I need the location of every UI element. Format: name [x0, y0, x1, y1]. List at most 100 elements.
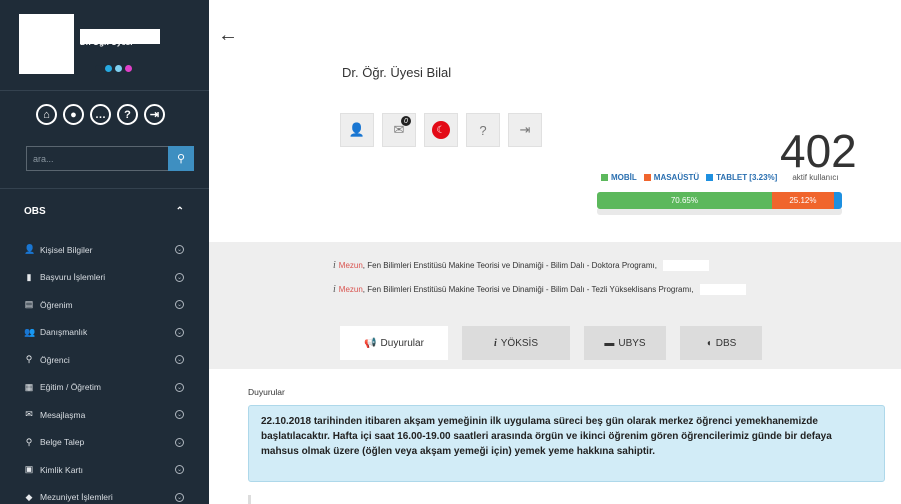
- sidebar-item-left: 👤 Kişisel Bilgiler: [24, 244, 92, 255]
- messages-button[interactable]: ✉ 0: [382, 113, 416, 147]
- sidebar-item-label: Kişisel Bilgiler: [40, 244, 93, 255]
- legend-mobile: MOBİL: [611, 173, 637, 182]
- menu-item-icon: 👤: [24, 244, 36, 255]
- tab-label: YÖKSİS: [500, 337, 539, 349]
- user-icon[interactable]: ●: [63, 104, 84, 125]
- help-icon: ?: [479, 122, 487, 138]
- profile-button[interactable]: 👤: [340, 113, 374, 147]
- status-label: Mezun: [338, 285, 363, 294]
- logout-icon[interactable]: ⇥: [144, 104, 165, 125]
- sidebar-item[interactable]: ⚲ Belge Talep ⌄: [24, 429, 184, 457]
- folder-icon: ▬: [604, 337, 615, 349]
- sidebar-item-left: ▦ Eğitim / Öğretim: [24, 382, 101, 393]
- divider: [0, 188, 209, 189]
- search-box: ⚲: [26, 146, 194, 171]
- sidebar-item-left: ◆ Mezuniyet İşlemleri: [24, 492, 113, 503]
- sidebar-item[interactable]: 👥 Danışmanlık ⌄: [24, 319, 184, 347]
- chat-icon[interactable]: …: [90, 104, 111, 125]
- sidebar-item[interactable]: 👤 Kişisel Bilgiler ⌄: [24, 236, 184, 264]
- info-icon: i: [333, 284, 336, 295]
- legend-desktop: MASAÜSTÜ: [653, 173, 700, 182]
- menu-item-icon: ▮: [26, 271, 32, 282]
- legend-suffix: aktif kullanıcı: [792, 173, 839, 182]
- search-input[interactable]: [26, 146, 168, 171]
- menu-item-icon: ▤: [24, 299, 34, 310]
- sidebar-item-label: Mezuniyet İşlemleri: [40, 492, 113, 503]
- book-icon: ◖: [705, 337, 712, 349]
- program-info-2: i Mezun, Fen Bilimleri Enstitüsü Makine …: [333, 284, 746, 295]
- sidebar-item-label: Başvuru İşlemleri: [40, 272, 106, 283]
- sidebar-item-label: Belge Talep: [40, 437, 85, 448]
- theme-dot-dark[interactable]: [95, 65, 102, 72]
- sidebar-item[interactable]: ▮ Başvuru İşlemleri ⌄: [24, 264, 184, 292]
- panel-title: Duyurular: [248, 387, 285, 397]
- sidebar-item-left: ✉ Mesajlaşma: [24, 409, 85, 420]
- legend-swatch-tablet: [706, 174, 714, 181]
- tab-duyurular[interactable]: 📢 Duyurular: [340, 326, 448, 360]
- tab-dbs[interactable]: ◖ DBS: [680, 326, 762, 360]
- logout-icon: ⇥: [519, 122, 531, 137]
- sidebar-item-label: Mesajlaşma: [40, 409, 86, 420]
- legend-swatch-desktop: [643, 174, 651, 181]
- bar-segment-mobile: 70.65%: [597, 192, 772, 209]
- bar-segment-desktop: 25.12%: [771, 192, 834, 209]
- legend-swatch-mobile: [601, 174, 608, 181]
- redacted-field: [662, 260, 709, 271]
- sidebar-item-left: ⚲ Belge Talep: [24, 437, 85, 448]
- sidebar-item-label: Öğrenim: [40, 299, 73, 310]
- menu-section-obs[interactable]: OBS ⌃: [24, 206, 184, 217]
- active-user-count: 402: [780, 125, 857, 177]
- sidebar-item[interactable]: ▦ Eğitim / Öğretim ⌄: [24, 374, 184, 402]
- menu-item-icon: ▦: [24, 381, 34, 392]
- tab-yoksis[interactable]: i YÖKSİS: [462, 326, 570, 360]
- sidebar-item[interactable]: ▤ Öğrenim ⌄: [24, 291, 184, 319]
- program-text: , Fen Bilimleri Enstitüsü Makine Teorisi…: [362, 261, 657, 270]
- theme-dots: [95, 65, 132, 72]
- menu-item-icon: ▣: [24, 464, 34, 475]
- theme-dot-pink[interactable]: [125, 65, 132, 72]
- menu-item-icon: 👥: [24, 326, 36, 337]
- help-button[interactable]: ?: [466, 113, 500, 147]
- announcement-alert: 22.10.2018 tarihinden itibaren akşam yem…: [248, 405, 885, 482]
- avatar[interactable]: [19, 14, 74, 74]
- sidebar-item-left: ⚲ Öğrenci: [24, 354, 70, 365]
- bar-shadow: [597, 209, 842, 215]
- back-arrow-icon[interactable]: ←: [218, 24, 238, 47]
- sidebar: Dr. Öğr. Üyesi ⌂ ● … ? ⇥ ⚲ OBS ⌃ 👤 Kişise…: [0, 0, 209, 504]
- program-text: , Fen Bilimleri Enstitüsü Makine Teorisi…: [362, 285, 694, 294]
- sidebar-item[interactable]: ⚲ Öğrenci ⌄: [24, 346, 184, 374]
- info-icon: i: [493, 337, 497, 349]
- chevron-down-icon: ⌄: [175, 300, 184, 310]
- page-title: Dr. Öğr. Üyesi Bilal: [342, 65, 452, 80]
- info-icon: i: [333, 260, 336, 271]
- quick-actions: ⌂ ● … ? ⇥: [36, 104, 165, 125]
- next-item-edge: [248, 495, 251, 504]
- sidebar-item-left: ▮ Başvuru İşlemleri: [24, 271, 106, 283]
- chevron-down-icon: ⌄: [175, 245, 184, 255]
- language-button[interactable]: ☾: [424, 113, 458, 147]
- tab-ubys[interactable]: ▬ UBYS: [584, 326, 666, 360]
- home-icon[interactable]: ⌂: [36, 104, 57, 125]
- sidebar-item[interactable]: ✉ Mesajlaşma ⌄: [24, 401, 184, 429]
- chevron-down-icon: ⌄: [175, 492, 184, 502]
- tab-bar: 📢 Duyurular i YÖKSİS ▬ UBYS ◖ DBS: [340, 326, 762, 360]
- profile-card: Dr. Öğr. Üyesi: [0, 0, 209, 90]
- tab-label: UBYS: [618, 337, 646, 349]
- sidebar-item-label: Danışmanlık: [40, 327, 88, 338]
- sidebar-item[interactable]: ▣ Kimlik Kartı ⌄: [24, 456, 184, 484]
- theme-dot-lightblue[interactable]: [115, 65, 122, 72]
- search-icon[interactable]: ⚲: [168, 146, 194, 171]
- chevron-down-icon: ⌄: [175, 327, 184, 337]
- help-icon[interactable]: ?: [117, 104, 138, 125]
- logout-button[interactable]: ⇥: [508, 113, 542, 147]
- tab-label: Duyurular: [380, 337, 424, 349]
- menu-item-icon: ✉: [25, 409, 33, 420]
- sidebar-item[interactable]: ◆ Mezuniyet İşlemleri ⌄: [24, 484, 184, 504]
- toolbar: 👤 ✉ 0 ☾ ? ⇥: [340, 113, 542, 147]
- chevron-down-icon: ⌄: [175, 355, 184, 365]
- chevron-up-icon: ⌃: [175, 206, 184, 217]
- status-label: Mezun: [338, 261, 363, 270]
- theme-dot-blue[interactable]: [105, 65, 112, 72]
- sidebar-item-label: Öğrenci: [40, 354, 70, 365]
- chevron-down-icon: ⌄: [175, 465, 184, 475]
